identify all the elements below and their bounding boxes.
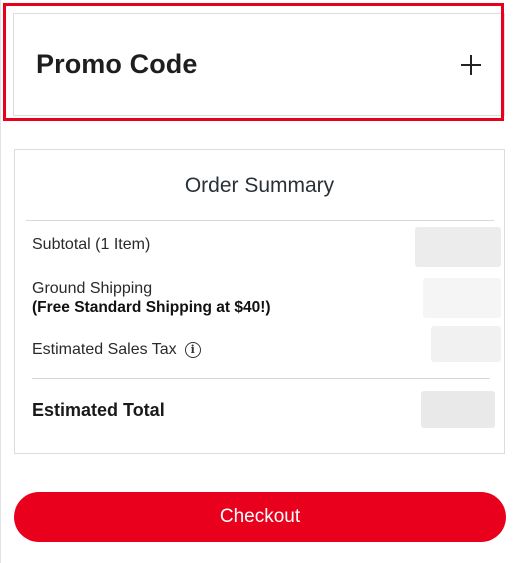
info-icon[interactable]: i <box>184 341 201 358</box>
promo-code-title: Promo Code <box>36 49 198 79</box>
order-summary-panel: Order Summary Subtotal (1 Item) Ground S… <box>14 149 505 454</box>
order-summary-title: Order Summary <box>184 174 335 197</box>
plus-icon[interactable] <box>461 54 481 75</box>
sales-tax-label-group: Estimated Sales Tax i <box>32 340 201 359</box>
shipping-label-group: Ground Shipping (Free Standard Shipping … <box>32 279 271 317</box>
promo-code-toggle[interactable]: Promo Code <box>13 13 505 116</box>
shipping-label: Ground Shipping <box>32 280 153 297</box>
shipping-value-redacted <box>423 278 501 318</box>
summary-divider-top <box>26 220 494 221</box>
page-edge-rule <box>0 0 1 563</box>
subtotal-value-redacted <box>415 227 501 267</box>
shipping-note: (Free Standard Shipping at $40!) <box>32 299 271 316</box>
sales-tax-value-redacted <box>431 326 501 362</box>
estimated-total-label: Estimated Total <box>32 400 165 420</box>
summary-divider-bottom <box>32 378 490 379</box>
subtotal-label: Subtotal (1 Item) <box>32 236 151 253</box>
checkout-button[interactable]: Checkout <box>14 492 506 542</box>
sales-tax-label: Estimated Sales Tax <box>32 341 177 358</box>
estimated-total-value-redacted <box>421 391 495 428</box>
